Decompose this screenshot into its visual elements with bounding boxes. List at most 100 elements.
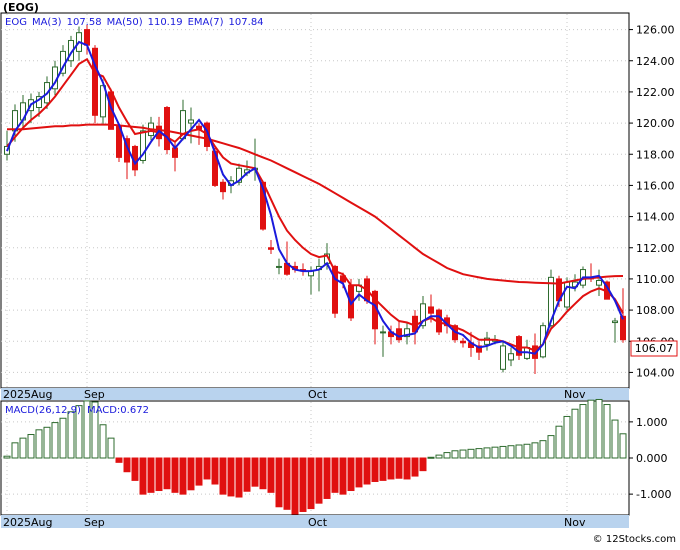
macd-bar bbox=[107, 437, 115, 459]
last-price-marker: 106.07 bbox=[630, 340, 678, 357]
macd-bar bbox=[155, 457, 163, 492]
macd-bar bbox=[35, 429, 43, 459]
macd-panel: 1.000 0.000 -1.000 MACD(26,12,9) MACD:0.672 bbox=[0, 398, 671, 516]
macd-bar bbox=[499, 445, 507, 459]
price-y-tick-label: 124.00 bbox=[636, 55, 675, 68]
macd-bar bbox=[435, 454, 443, 459]
macd-bar bbox=[347, 457, 355, 492]
macd-bar bbox=[139, 457, 147, 495]
stock-chart: (EOG) 104.00106.00108.00110.00112.00114.… bbox=[0, 0, 680, 546]
macd-bar bbox=[555, 425, 563, 459]
candle bbox=[500, 341, 506, 373]
price-y-tick-label: 122.00 bbox=[636, 86, 675, 99]
macd-bar bbox=[419, 457, 427, 472]
macd-bar bbox=[283, 457, 291, 510]
macd-y-tick-label: 1.000 bbox=[636, 416, 668, 429]
macd-bar bbox=[587, 399, 595, 459]
macd-bar bbox=[51, 422, 59, 459]
macd-bar bbox=[515, 444, 523, 459]
candle-body bbox=[428, 306, 434, 314]
macd-bar bbox=[43, 426, 51, 459]
macd-y-tick-label: -1.000 bbox=[636, 488, 671, 501]
price-y-tick-label: 104.00 bbox=[636, 366, 675, 379]
macd-bar bbox=[11, 442, 19, 459]
macd-bar bbox=[235, 457, 243, 498]
macd-bar bbox=[547, 435, 555, 459]
macd-bar bbox=[619, 433, 627, 459]
candle-body bbox=[188, 119, 194, 124]
candle-body bbox=[612, 320, 618, 324]
macd-bar bbox=[195, 457, 203, 486]
price-panel: 104.00106.00108.00110.00112.00114.00116.… bbox=[0, 12, 678, 389]
macd-bar bbox=[315, 457, 323, 504]
x-axis-label: Nov bbox=[564, 516, 586, 529]
macd-bar bbox=[219, 457, 227, 495]
macd-bar bbox=[123, 457, 131, 473]
macd-bar bbox=[579, 404, 587, 459]
price-y-tick-label: 108.00 bbox=[636, 304, 675, 317]
x-axis-label: Oct bbox=[308, 388, 328, 401]
macd-bar bbox=[131, 457, 139, 481]
macd-bar bbox=[203, 457, 211, 480]
macd-bar bbox=[115, 457, 123, 463]
macd-bar bbox=[531, 442, 539, 459]
macd-bar bbox=[427, 456, 435, 459]
macd-bar bbox=[163, 457, 171, 490]
macd-bar bbox=[275, 457, 283, 508]
macd-bar bbox=[99, 424, 107, 459]
candle-body bbox=[500, 345, 506, 370]
macd-bar bbox=[19, 437, 27, 459]
macd-bar bbox=[363, 457, 371, 485]
price-y-tick-label: 114.00 bbox=[636, 211, 675, 224]
ticker-title: (EOG) bbox=[3, 1, 39, 14]
macd-bar bbox=[387, 457, 395, 480]
chart-canvas: (EOG) 104.00106.00108.00110.00112.00114.… bbox=[0, 0, 680, 546]
price-y-tick-label: 126.00 bbox=[636, 24, 675, 37]
macd-bar bbox=[523, 443, 531, 459]
x-axis-label: 2025Aug bbox=[3, 388, 52, 401]
macd-bar bbox=[379, 457, 387, 481]
macd-bar bbox=[59, 417, 67, 459]
macd-bar bbox=[403, 457, 411, 480]
macd-bar bbox=[443, 452, 451, 459]
macd-bar bbox=[227, 457, 235, 497]
candle-body bbox=[268, 247, 274, 250]
macd-bar bbox=[171, 457, 179, 493]
macd-bar bbox=[339, 457, 347, 495]
macd-bar bbox=[307, 457, 315, 510]
macd-bar bbox=[355, 457, 363, 488]
macd-bar bbox=[147, 457, 155, 493]
macd-bar bbox=[411, 457, 419, 477]
macd-x-axis: 2025Aug Sep Oct Nov bbox=[1, 515, 629, 529]
price-y-tick-label: 120.00 bbox=[636, 117, 675, 130]
candle-body bbox=[620, 315, 626, 341]
macd-bar bbox=[267, 457, 275, 493]
macd-bar bbox=[323, 457, 331, 499]
macd-bar bbox=[571, 408, 579, 459]
x-axis-label: 2025Aug bbox=[3, 516, 52, 529]
candle-body bbox=[164, 107, 170, 151]
macd-bar bbox=[291, 457, 299, 515]
macd-bar bbox=[299, 457, 307, 512]
price-y-tick-label: 110.00 bbox=[636, 273, 675, 286]
macd-bar bbox=[371, 457, 379, 482]
macd-bar bbox=[603, 404, 611, 459]
candle-body bbox=[380, 331, 386, 334]
macd-bar bbox=[3, 455, 11, 459]
macd-legend: MACD(26,12,9) MACD:0.672 bbox=[5, 405, 149, 416]
macd-bar bbox=[259, 457, 267, 490]
macd-bar bbox=[27, 434, 35, 459]
macd-bar bbox=[451, 450, 459, 459]
macd-bar bbox=[331, 457, 339, 493]
macd-bar bbox=[507, 445, 515, 459]
x-axis-label: Sep bbox=[84, 516, 105, 529]
macd-bar bbox=[211, 457, 219, 485]
candle-body bbox=[596, 279, 602, 286]
macd-y-tick-label: 0.000 bbox=[636, 452, 668, 465]
candle-body bbox=[276, 265, 282, 268]
macd-bar bbox=[563, 415, 571, 459]
copyright: © 12Stocks.com bbox=[593, 534, 676, 545]
candle-body bbox=[84, 29, 90, 46]
macd-bar bbox=[595, 398, 603, 459]
price-x-axis: 2025Aug Sep Oct Nov bbox=[1, 388, 629, 401]
